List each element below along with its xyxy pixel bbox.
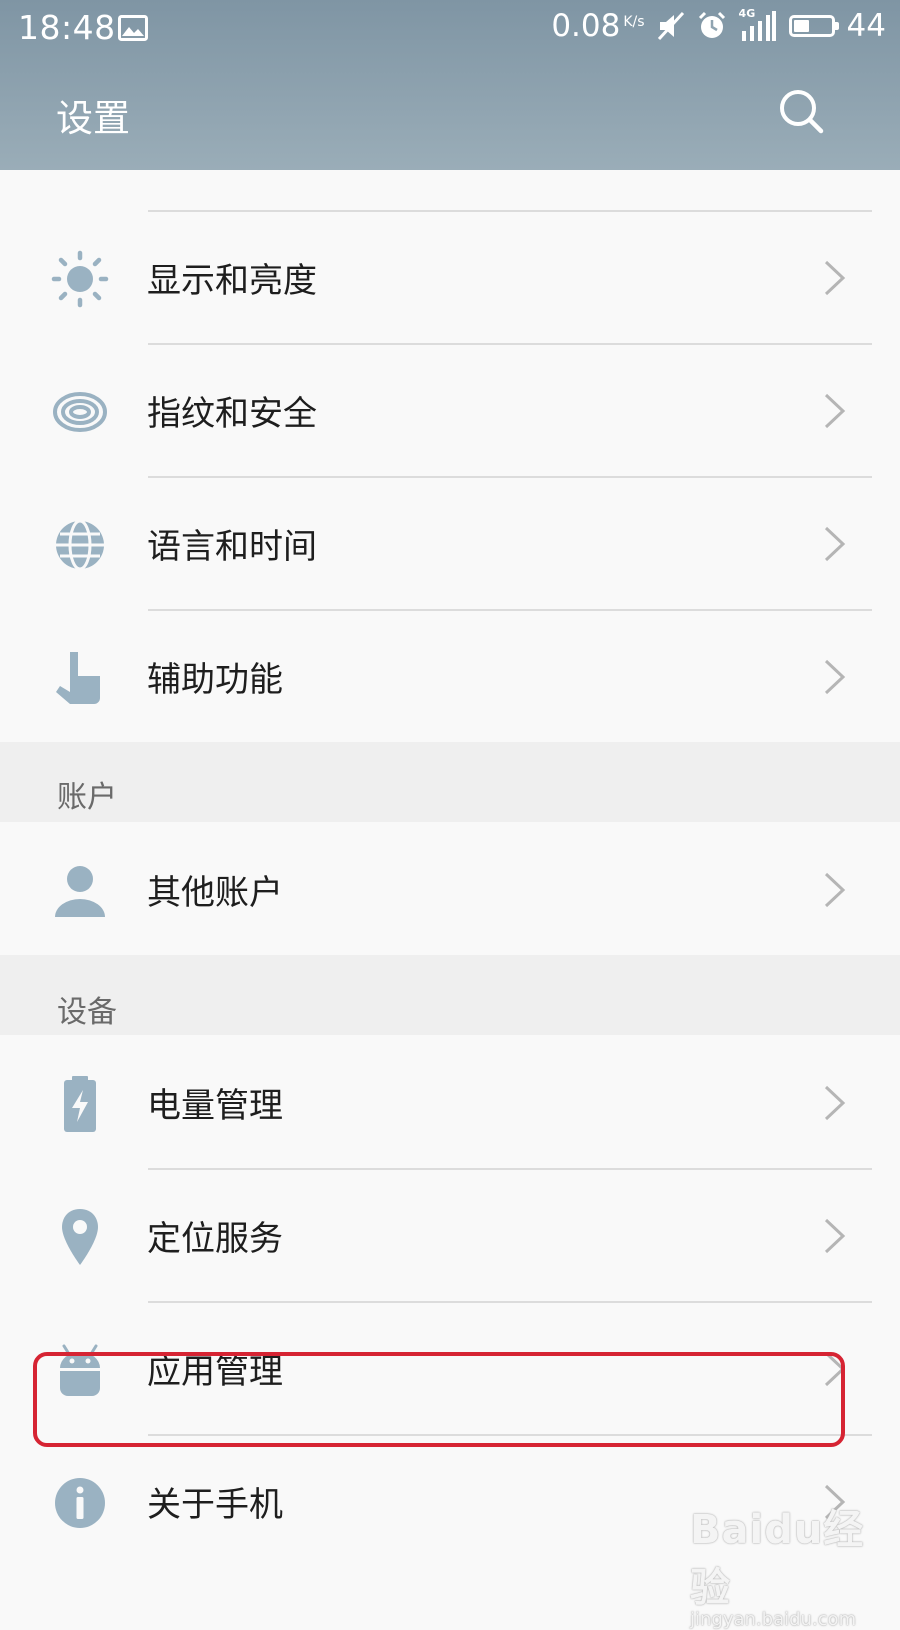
chevron-right-icon — [824, 260, 846, 296]
settings-item-label: 语言和时间 — [147, 527, 317, 567]
watermark-url: jingyan.baidu.com — [690, 1609, 857, 1630]
settings-item-location[interactable]: 定位服务 — [0, 1168, 900, 1302]
mute-icon — [657, 11, 684, 41]
settings-item-fingerprint-security[interactable]: 指纹和安全 — [0, 343, 900, 477]
settings-item-label: 指纹和安全 — [147, 394, 317, 434]
chevron-right-icon — [824, 872, 846, 908]
network-speed: 0.08 K/s — [551, 8, 645, 44]
section-header-accounts: 账户 — [0, 742, 900, 822]
settings-item-label: 辅助功能 — [147, 660, 283, 700]
battery-charge-icon — [64, 1076, 96, 1132]
settings-item-label: 显示和亮度 — [147, 261, 317, 301]
brightness-icon — [51, 250, 109, 308]
chevron-right-icon — [824, 526, 846, 562]
section-title: 账户 — [57, 780, 117, 815]
gallery-notification-icon — [118, 15, 148, 41]
section-title: 设备 — [57, 995, 117, 1030]
chevron-right-icon — [824, 393, 846, 429]
watermark-brand: Baidu经验 — [690, 1507, 865, 1611]
battery-icon — [788, 15, 839, 37]
chevron-right-icon — [824, 1085, 846, 1121]
settings-item-label: 关于手机 — [147, 1485, 283, 1525]
settings-item-other-accounts[interactable]: 其他账户 — [0, 822, 900, 956]
status-time: 18:48 — [18, 8, 116, 47]
location-pin-icon — [62, 1209, 98, 1265]
signal-icon — [741, 11, 776, 41]
highlight-annotation — [33, 1352, 845, 1447]
settings-item-label: 定位服务 — [147, 1219, 283, 1259]
alarm-icon — [698, 11, 725, 38]
chevron-right-icon — [824, 659, 846, 695]
settings-item-battery[interactable]: 电量管理 — [0, 1035, 900, 1169]
status-bar: 18:48 0.08 K/s 4G 44 — [0, 0, 900, 56]
page-title: 设置 — [56, 97, 130, 140]
hand-pointer-icon — [56, 652, 100, 704]
settings-item-language-time[interactable]: 语言和时间 — [0, 476, 900, 610]
section-header-device: 设备 — [0, 955, 900, 1035]
fingerprint-icon — [53, 392, 107, 432]
search-icon[interactable] — [778, 88, 824, 134]
settings-item-label: 电量管理 — [147, 1086, 283, 1126]
globe-icon — [56, 519, 104, 571]
settings-item-accessibility[interactable]: 辅助功能 — [0, 609, 900, 743]
info-icon — [55, 1478, 105, 1528]
signal-indicator: 4G — [739, 7, 777, 41]
battery-percent: 44 — [846, 8, 886, 44]
settings-item-label: 其他账户 — [147, 873, 283, 913]
chevron-right-icon — [824, 1218, 846, 1254]
person-icon — [55, 866, 105, 917]
settings-item-display[interactable]: 显示和亮度 — [0, 210, 900, 344]
watermark: Baidu经验 jingyan.baidu.com — [690, 1497, 900, 1630]
